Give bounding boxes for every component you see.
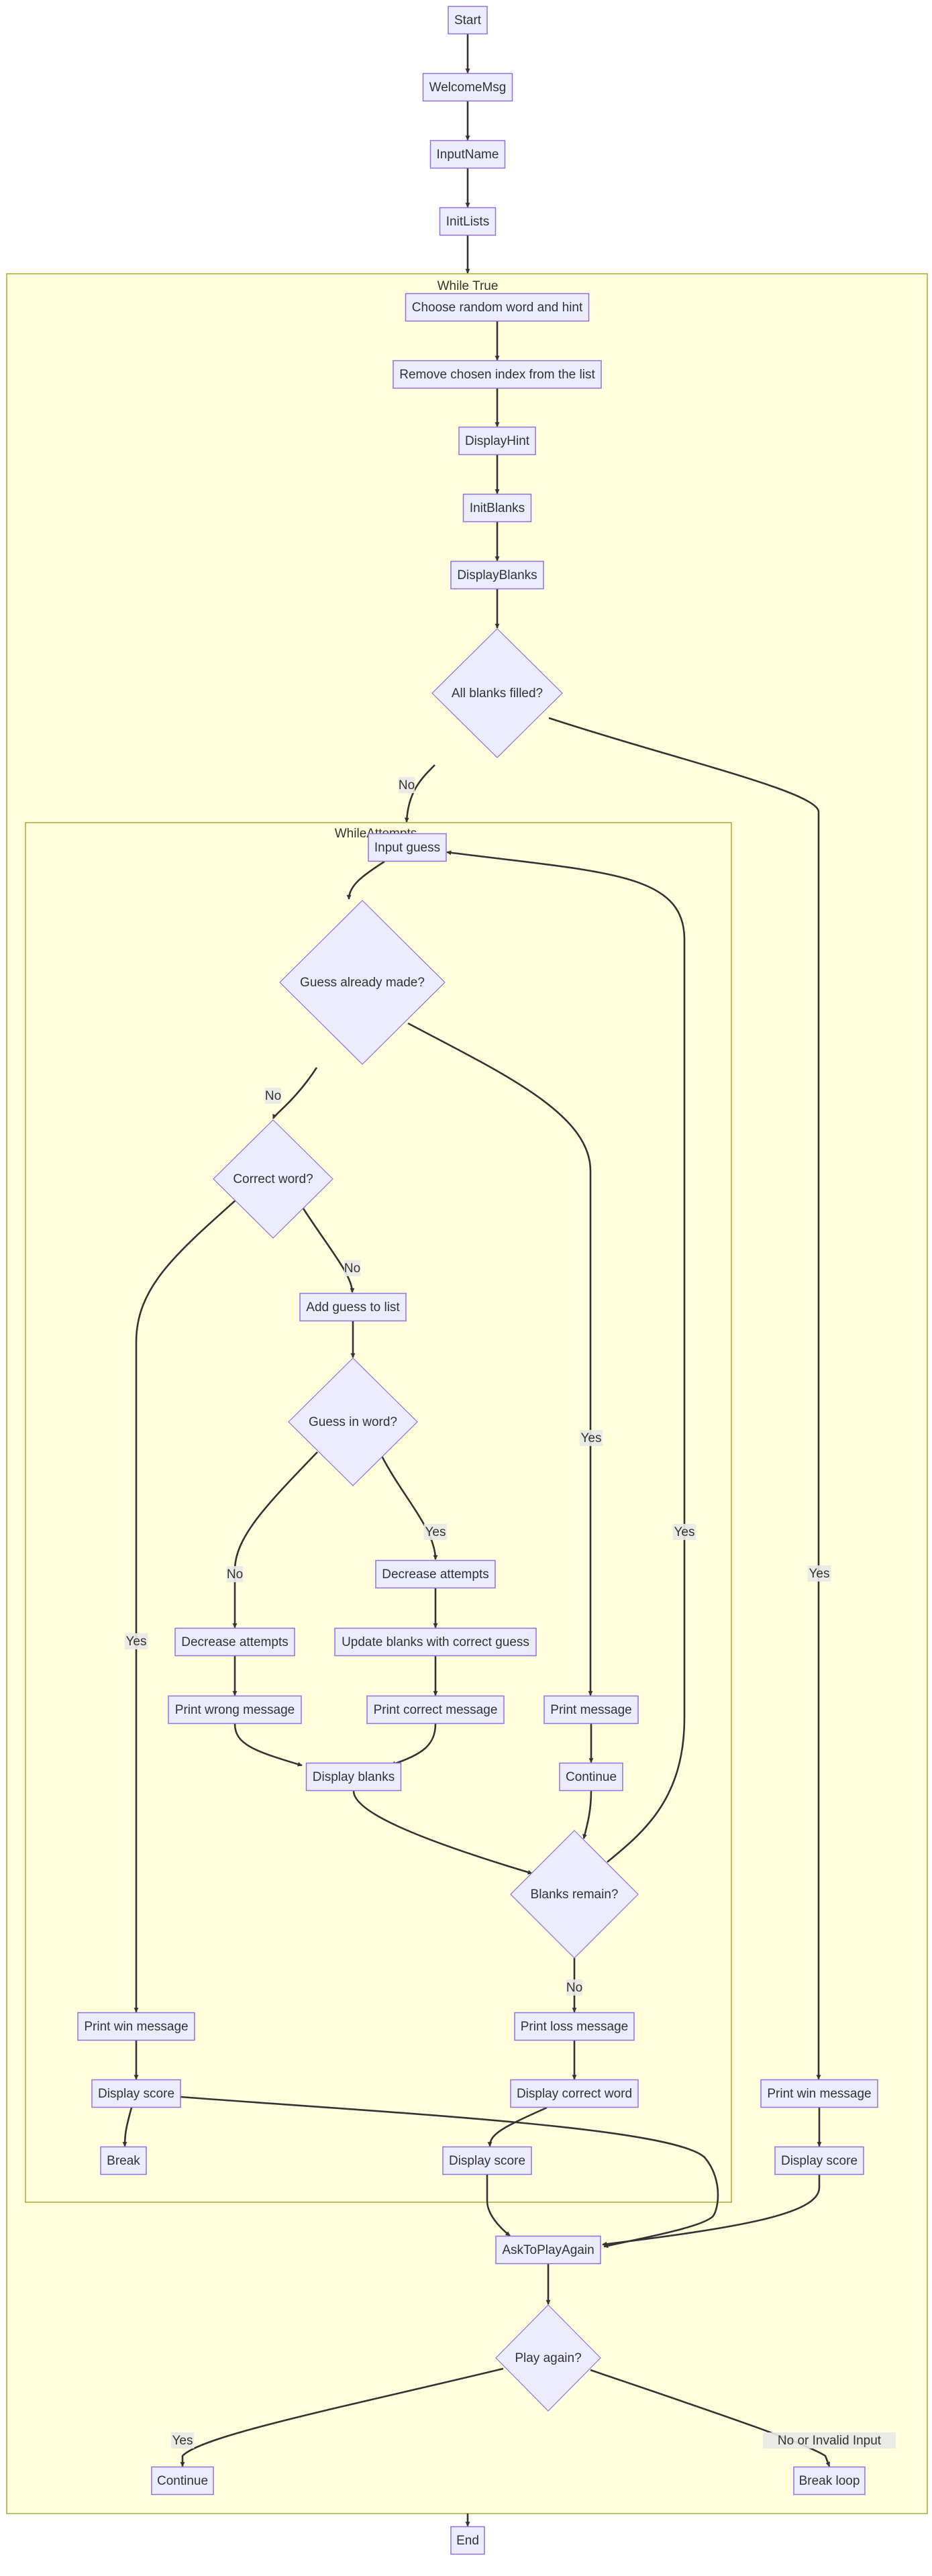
node-ask-play-again[interactable]: AskToPlayAgain xyxy=(495,2235,601,2265)
node-display-blanks[interactable]: Display blanks xyxy=(305,1762,402,1792)
edge-label-text: Yes xyxy=(809,1567,830,1581)
edge-label-no: No xyxy=(226,1566,244,1582)
node-print-message[interactable]: Print message xyxy=(543,1695,639,1724)
node-print-loss[interactable]: Print loss message xyxy=(514,2012,635,2041)
node-label: Display score xyxy=(98,2087,174,2101)
node-label: Print correct message xyxy=(374,1703,498,1717)
node-print-correct[interactable]: Print correct message xyxy=(366,1695,505,1724)
node-choose-word[interactable]: Choose random word and hint xyxy=(405,293,590,322)
edge-label-yes: Yes xyxy=(672,1524,696,1540)
node-label: InitBlanks xyxy=(470,501,525,515)
node-display-score-loss[interactable]: Display score xyxy=(442,2146,532,2175)
node-label: DisplayBlanks xyxy=(457,568,537,582)
flowchart-canvas: While TrueWhileAttempts StartWelcomeMsgI… xyxy=(6,5,928,2555)
edge-label-text: No or Invalid Input xyxy=(778,2434,882,2448)
edge-label-text: Yes xyxy=(126,1635,147,1649)
node-label: Display correct word xyxy=(517,2087,632,2101)
edge-label-no: No xyxy=(344,1260,361,1276)
node-label: Print message xyxy=(550,1703,631,1717)
node-label: End xyxy=(456,2534,479,2548)
edge-label-yes: Yes xyxy=(579,1430,603,1446)
node-label: Update blanks with correct guess xyxy=(342,1635,529,1649)
node-label: DisplayHint xyxy=(465,434,530,448)
edge-label-text: No xyxy=(344,1261,360,1276)
edge-label-text: Yes xyxy=(581,1431,602,1445)
node-input-guess[interactable]: Input guess xyxy=(368,833,447,862)
edge-label-no: No xyxy=(566,1979,583,1996)
node-label: Blanks remain? xyxy=(531,1888,619,1902)
node-label: Print win message xyxy=(84,2020,188,2034)
node-decrease-yes[interactable]: Decrease attempts xyxy=(375,1559,496,1589)
node-label: Print loss message xyxy=(521,2020,629,2034)
node-label: Play again? xyxy=(515,2351,581,2365)
node-remove-index[interactable]: Remove chosen index from the list xyxy=(393,360,602,389)
node-label: InputName xyxy=(437,148,499,162)
node-display-hint[interactable]: DisplayHint xyxy=(458,426,536,456)
edge-label-yes: Yes xyxy=(423,1524,448,1540)
node-continue-outer[interactable]: Continue xyxy=(151,2466,214,2495)
node-init-lists[interactable]: InitLists xyxy=(439,207,497,236)
edge-label-no: No xyxy=(398,777,415,793)
edge-label-yes: Yes xyxy=(124,1633,148,1649)
node-label: Display blanks xyxy=(313,1770,395,1784)
node-label: Continue xyxy=(157,2474,208,2488)
node-label: InitLists xyxy=(446,215,489,229)
edge-label-text: No xyxy=(566,1981,582,1995)
node-label: WelcomeMsg xyxy=(429,81,507,95)
node-label: Decrease attempts xyxy=(181,1635,288,1649)
node-label: Guess already made? xyxy=(300,976,425,990)
node-input-name[interactable]: InputName xyxy=(429,140,506,169)
node-label: Add guess to list xyxy=(306,1300,400,1315)
node-decrease-no[interactable]: Decrease attempts xyxy=(174,1627,295,1657)
node-print-wrong[interactable]: Print wrong message xyxy=(168,1695,302,1724)
node-display-blanks-top[interactable]: DisplayBlanks xyxy=(450,560,544,590)
node-label: Print wrong message xyxy=(175,1703,295,1717)
node-update-blanks[interactable]: Update blanks with correct guess xyxy=(334,1627,537,1657)
node-continue-inner[interactable]: Continue xyxy=(559,1762,623,1792)
node-print-win-outer[interactable]: Print win message xyxy=(760,2079,878,2108)
node-label: Decrease attempts xyxy=(382,1567,488,1582)
edge-label-no-or-invalid-input: No or Invalid Input xyxy=(763,2432,896,2449)
node-display-correct-word[interactable]: Display correct word xyxy=(510,2079,639,2108)
node-start[interactable]: Start xyxy=(448,5,488,35)
node-label: Input guess xyxy=(374,841,440,855)
node-label: Correct word? xyxy=(233,1172,313,1186)
node-label: Break xyxy=(107,2154,140,2168)
node-label: All blanks filled? xyxy=(452,686,543,701)
edge-label-text: Yes xyxy=(425,1525,446,1539)
node-init-blanks[interactable]: InitBlanks xyxy=(462,493,532,523)
node-label: Print win message xyxy=(767,2087,871,2101)
node-break-inner[interactable]: Break xyxy=(100,2146,147,2175)
edge-label-no: No xyxy=(264,1088,282,1104)
edge-label-text: Yes xyxy=(674,1525,695,1539)
edge-label-yes: Yes xyxy=(807,1565,831,1582)
node-welcome[interactable]: WelcomeMsg xyxy=(422,72,513,102)
node-display-score-outer[interactable]: Display score xyxy=(774,2146,864,2175)
node-display-score-win[interactable]: Display score xyxy=(91,2079,181,2108)
node-label: Guess in word? xyxy=(309,1415,397,1429)
node-end[interactable]: End xyxy=(450,2526,485,2555)
edge-label-text: No xyxy=(227,1567,243,1582)
cluster-title: While True xyxy=(437,279,499,293)
node-label: Start xyxy=(454,13,482,28)
edge-label-yes: Yes xyxy=(170,2432,195,2449)
node-add-guess[interactable]: Add guess to list xyxy=(299,1292,407,1322)
node-label: Display score xyxy=(781,2154,858,2168)
node-print-win-inner[interactable]: Print win message xyxy=(77,2012,195,2041)
node-label: Display score xyxy=(449,2154,525,2168)
node-label: Remove chosen index from the list xyxy=(399,368,595,382)
node-label: Continue xyxy=(566,1770,617,1784)
node-label: Break loop xyxy=(799,2474,860,2488)
edge-label-text: No xyxy=(265,1089,281,1103)
node-label: AskToPlayAgain xyxy=(502,2243,594,2257)
node-label: Choose random word and hint xyxy=(412,301,583,315)
edge-label-text: Yes xyxy=(172,2434,193,2448)
node-break-loop[interactable]: Break loop xyxy=(793,2466,866,2495)
edge-label-text: No xyxy=(399,778,415,792)
